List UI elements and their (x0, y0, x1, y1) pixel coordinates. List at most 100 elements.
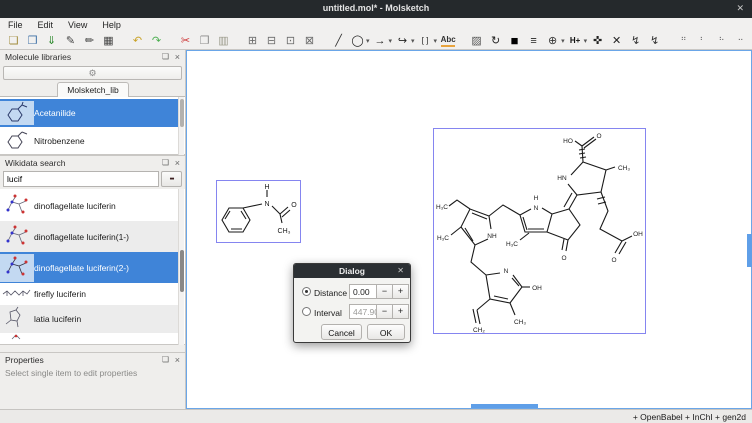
interval-radio[interactable] (302, 307, 311, 316)
chevron-down-icon[interactable]: ▾ (389, 37, 393, 45)
align-icon-3[interactable]: ⠓ (715, 33, 729, 49)
panel-float-icon[interactable]: ❏ (162, 158, 169, 167)
library-settings-button[interactable]: ⚙ (3, 66, 182, 80)
hydrogen-tool-icon[interactable]: H+ (568, 33, 582, 49)
open-icon[interactable]: ❒ (26, 33, 40, 49)
menu-edit[interactable]: Edit (38, 20, 54, 30)
list-item-acetanilide[interactable]: Acetanilide (0, 99, 178, 127)
align-icon-1[interactable]: ⠛ (677, 33, 691, 49)
wikidata-panel-title: Wikidata search (5, 158, 65, 168)
mechanism-arrow-icon[interactable]: ↪ (396, 33, 410, 49)
library-panel-title: Molecule libraries (5, 52, 71, 62)
molecule-thumbnail (0, 101, 34, 125)
library-list-scrollbar[interactable] (178, 97, 184, 155)
zoom-fit-icon[interactable]: ⊠ (303, 33, 317, 49)
paste-icon[interactable]: ▥ (217, 33, 231, 49)
redo-icon[interactable]: ↷ (150, 33, 164, 49)
interval-value[interactable]: 447.90 (349, 304, 377, 319)
binoculars-icon: ●● (169, 176, 173, 182)
reaction-arrow-icon[interactable]: ↯ (629, 33, 643, 49)
align-icon-4[interactable]: ⠒ (734, 33, 748, 49)
list-item-luciferin-2[interactable]: dinoflagellate luciferin(2-) (0, 252, 178, 283)
ok-button[interactable]: OK (367, 324, 405, 340)
canvas-vscrollbar-thumb[interactable] (747, 234, 752, 267)
cancel-button[interactable]: Cancel (321, 324, 362, 340)
chevron-down-icon[interactable]: ▾ (366, 37, 370, 45)
menu-file[interactable]: File (8, 20, 23, 30)
list-item-luciferin-0[interactable]: dinoflagellate luciferin (0, 190, 178, 221)
save-as-icon[interactable]: ✎ (64, 33, 78, 49)
tab-molsketch-lib[interactable]: Molsketch_lib (57, 82, 129, 97)
dialog-title-bar[interactable]: Dialog ✕ (294, 264, 410, 278)
chevron-down-icon[interactable]: ▾ (411, 37, 415, 45)
selection-box-acetanilide[interactable]: H N O CH₃ (216, 180, 301, 243)
panel-close-icon[interactable]: × (175, 52, 180, 62)
search-button[interactable]: ●● (161, 171, 182, 187)
list-item-luciferin-4[interactable]: latia luciferin (0, 305, 178, 333)
wikidata-list-scrollbar[interactable] (178, 189, 184, 345)
panel-float-icon[interactable]: ❏ (162, 52, 169, 61)
draw-bond-icon[interactable]: ╱ (332, 33, 346, 49)
list-item-label: latia luciferin (34, 314, 81, 324)
interval-minus-button[interactable]: − (376, 304, 393, 319)
list-item-label: Acetanilide (34, 108, 76, 118)
drawing-canvas[interactable]: H N O CH₃ (186, 50, 752, 409)
selection-box-luciferin[interactable]: HO O CH₃ HN H N H₃C H₃C NH H₃C O OH O N … (433, 128, 646, 334)
menu-view[interactable]: View (68, 20, 87, 30)
list-item-luciferin-1[interactable]: dinoflagellate luciferin(1-) (0, 221, 178, 252)
color-swatch-icon[interactable]: ■ (508, 33, 522, 49)
align-icon-2[interactable]: ⠃ (696, 33, 710, 49)
zoom-in-icon[interactable]: ⊞ (246, 33, 260, 49)
print-icon[interactable]: ▦ (102, 33, 116, 49)
molecule-thumbnail (0, 192, 34, 220)
list-item-nitrobenzene[interactable]: Nitrobenzene (0, 127, 178, 154)
ring-tool-icon[interactable]: ◯ (351, 33, 365, 49)
list-item-partial[interactable] (0, 333, 178, 341)
chevron-down-icon[interactable]: ▾ (434, 37, 438, 45)
search-input[interactable] (3, 171, 159, 187)
text-tool-icon[interactable]: Abc (441, 34, 455, 47)
distance-plus-button[interactable]: + (392, 284, 409, 299)
save-icon[interactable]: ⇓ (45, 33, 59, 49)
panel-close-icon[interactable]: × (175, 355, 180, 365)
rotate-tool-icon[interactable]: ↻ (489, 33, 503, 49)
interval-plus-button[interactable]: + (392, 304, 409, 319)
panel-float-icon[interactable]: ❏ (162, 355, 169, 364)
new-file-icon[interactable]: ❏ (7, 33, 21, 49)
delete-tool-icon[interactable]: ✕ (610, 33, 624, 49)
move-tool-icon[interactable]: ✜ (591, 33, 605, 49)
atom-label: H (264, 184, 269, 191)
zoom-out-icon[interactable]: ⊟ (265, 33, 279, 49)
distance-value[interactable]: 0.00 (349, 284, 377, 299)
cut-icon[interactable]: ✂ (179, 33, 193, 49)
list-item-label: dinoflagellate luciferin(2-) (34, 263, 129, 273)
window-close-icon[interactable]: ✕ (736, 3, 744, 14)
canvas-hscrollbar-thumb[interactable] (471, 404, 538, 408)
arrow-tool-icon[interactable]: → (373, 33, 387, 49)
copy-icon[interactable]: ❐ (198, 33, 212, 49)
library-tab-bar: Molsketch_lib (0, 81, 185, 97)
atom-label: H₃C (506, 241, 518, 248)
distance-minus-button[interactable]: − (376, 284, 393, 299)
atom-label: H₃C (437, 235, 449, 242)
atom-label: CH₃ (278, 228, 291, 235)
panel-close-icon[interactable]: × (175, 158, 180, 168)
bracket-tool-icon[interactable]: [ ] (418, 33, 432, 49)
wikidata-result-list: dinoflagellate luciferin dinoflagellate … (0, 189, 185, 345)
dialog-close-icon[interactable]: ✕ (397, 266, 404, 275)
hatch-tool-icon[interactable]: ▨ (470, 33, 484, 49)
line-width-icon[interactable]: ≡ (527, 33, 541, 49)
export-icon[interactable]: ✏ (83, 33, 97, 49)
charge-tool-icon[interactable]: ⊕ (546, 33, 560, 49)
atom-label: O (596, 133, 601, 140)
molsketch-window: untitled.mol* - Molsketch ✕ File Edit Vi… (0, 0, 752, 423)
chevron-down-icon[interactable]: ▾ (561, 37, 565, 45)
chevron-down-icon[interactable]: ▾ (584, 37, 588, 45)
zoom-original-icon[interactable]: ⊡ (284, 33, 298, 49)
distance-radio[interactable] (302, 287, 311, 296)
menu-help[interactable]: Help (102, 20, 121, 30)
reaction-arrow-icon[interactable]: ↯ (648, 33, 662, 49)
undo-icon[interactable]: ↶ (131, 33, 145, 49)
list-item-luciferin-3[interactable]: firefly luciferin (0, 283, 178, 305)
window-title: untitled.mol* - Molsketch (0, 3, 752, 13)
